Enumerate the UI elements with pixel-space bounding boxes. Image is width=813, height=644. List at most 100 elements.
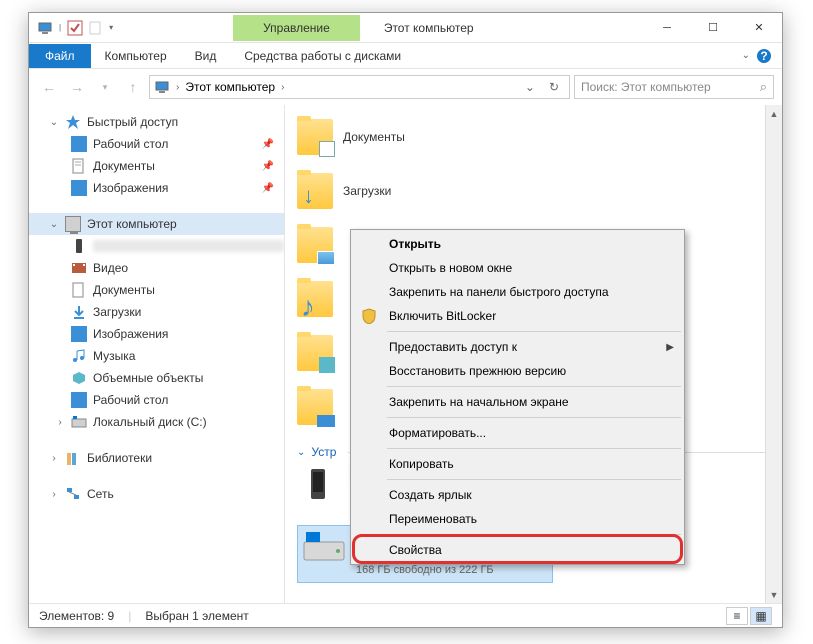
- address-bar[interactable]: › Этот компьютер › ⌄ ↻: [149, 75, 570, 99]
- chevron-down-icon[interactable]: ⌄: [297, 447, 305, 458]
- tab-file[interactable]: Файл: [29, 44, 91, 68]
- sidebar-quick-access[interactable]: ⌄ Быстрый доступ: [29, 111, 284, 133]
- breadcrumb-chevron-icon[interactable]: ›: [281, 82, 284, 93]
- separator: [387, 386, 681, 387]
- scrollbar[interactable]: ▲ ▼: [765, 105, 782, 603]
- phone-icon: [71, 238, 87, 254]
- folder-icon: [297, 335, 333, 371]
- sidebar-item-videos[interactable]: Видео: [29, 257, 284, 279]
- sidebar-item-documents[interactable]: Документы: [29, 279, 284, 301]
- sidebar-item-pictures[interactable]: Изображения: [29, 323, 284, 345]
- search-icon[interactable]: ⌕: [760, 79, 767, 95]
- ctx-pin-quick-access[interactable]: Закрепить на панели быстрого доступа: [353, 280, 682, 304]
- back-button[interactable]: ←: [37, 75, 61, 99]
- sidebar-item-downloads[interactable]: Загрузки: [29, 301, 284, 323]
- ctx-pin-start[interactable]: Закрепить на начальном экране: [353, 390, 682, 414]
- folder-documents[interactable]: Документы: [297, 113, 782, 161]
- manage-tab[interactable]: Управление: [233, 15, 360, 41]
- folder-downloads[interactable]: ↓ Загрузки: [297, 167, 782, 215]
- ctx-format[interactable]: Форматировать...: [353, 421, 682, 445]
- document-icon[interactable]: [87, 20, 103, 36]
- checkbox-icon[interactable]: [67, 20, 83, 36]
- sidebar-item-documents[interactable]: Документы 📌: [29, 155, 284, 177]
- status-element-count: Элементов: 9: [39, 609, 114, 623]
- separator: [387, 534, 681, 535]
- sidebar-this-pc[interactable]: ⌄ Этот компьютер: [29, 213, 284, 235]
- tab-disk-tools[interactable]: Средства работы с дисками: [230, 44, 415, 68]
- separator: [387, 417, 681, 418]
- forward-button[interactable]: →: [65, 75, 89, 99]
- view-details-button[interactable]: ≡: [726, 607, 748, 625]
- scroll-down-icon[interactable]: ▼: [766, 586, 782, 603]
- chevron-down-icon[interactable]: ⌄: [49, 219, 59, 230]
- help-icon[interactable]: ?: [756, 48, 772, 64]
- pictures-icon: [71, 326, 87, 342]
- view-tiles-button[interactable]: ▦: [750, 607, 772, 625]
- sidebar-item-local-disk[interactable]: › Локальный диск (C:): [29, 411, 284, 433]
- ribbon-help: ⌄ ?: [732, 48, 782, 64]
- breadcrumb-chevron-icon[interactable]: ›: [176, 82, 179, 93]
- up-button[interactable]: ↑: [121, 75, 145, 99]
- phone-icon: [297, 467, 341, 503]
- navigation-bar: ← → ▾ ↑ › Этот компьютер › ⌄ ↻ Поиск: Эт…: [29, 69, 782, 105]
- drive-icon: [71, 414, 87, 430]
- refresh-icon[interactable]: ↻: [543, 80, 565, 94]
- shield-icon: [361, 308, 377, 324]
- quick-access-toolbar: | ▾: [29, 20, 123, 36]
- computer-icon: [37, 20, 53, 36]
- downloads-icon: [71, 304, 87, 320]
- address-buttons: ⌄ ↻: [519, 80, 565, 94]
- music-icon: [71, 348, 87, 364]
- separator: [387, 331, 681, 332]
- sidebar-item-desktop[interactable]: Рабочий стол: [29, 389, 284, 411]
- ctx-open-new-window[interactable]: Открыть в новом окне: [353, 256, 682, 280]
- minimize-button[interactable]: ─: [644, 13, 690, 43]
- ctx-properties[interactable]: Свойства: [353, 538, 682, 562]
- close-button[interactable]: ✕: [736, 13, 782, 43]
- tab-view[interactable]: Вид: [181, 44, 231, 68]
- window-title: Этот компьютер: [384, 21, 474, 35]
- sidebar-item-3d-objects[interactable]: Объемные объекты: [29, 367, 284, 389]
- sidebar-item-device[interactable]: [29, 235, 284, 257]
- sidebar-item-pictures[interactable]: Изображения 📌: [29, 177, 284, 199]
- chevron-right-icon[interactable]: ›: [55, 417, 65, 428]
- pin-icon: 📌: [262, 139, 274, 150]
- scroll-up-icon[interactable]: ▲: [766, 105, 782, 122]
- desktop-icon: [71, 392, 87, 408]
- chevron-right-icon[interactable]: ›: [49, 489, 59, 500]
- ctx-copy[interactable]: Копировать: [353, 452, 682, 476]
- ctx-bitlocker[interactable]: Включить BitLocker: [353, 304, 682, 328]
- chevron-down-icon[interactable]: ⌄: [49, 117, 59, 128]
- cube-icon: [71, 370, 87, 386]
- computer-icon: [154, 79, 170, 95]
- sidebar-item-music[interactable]: Музыка: [29, 345, 284, 367]
- ctx-create-shortcut[interactable]: Создать ярлык: [353, 483, 682, 507]
- ctx-rename[interactable]: Переименовать: [353, 507, 682, 531]
- breadcrumb-location[interactable]: Этот компьютер: [185, 80, 275, 94]
- context-menu: Открыть Открыть в новом окне Закрепить н…: [350, 229, 685, 565]
- recent-dropdown[interactable]: ▾: [93, 75, 117, 99]
- status-selection: Выбран 1 элемент: [145, 609, 248, 623]
- statusbar: Элементов: 9 | Выбран 1 элемент ≡ ▦: [29, 603, 782, 627]
- ctx-restore-previous[interactable]: Восстановить прежнюю версию: [353, 359, 682, 383]
- folder-icon: ↓: [297, 173, 333, 209]
- chevron-right-icon: ▶: [666, 342, 674, 353]
- window-controls: ─ ☐ ✕: [644, 13, 782, 43]
- expand-ribbon-icon[interactable]: ⌄: [742, 50, 750, 61]
- sidebar-libraries[interactable]: › Библиотеки: [29, 447, 284, 469]
- search-box[interactable]: Поиск: Этот компьютер ⌕: [574, 75, 774, 99]
- maximize-button[interactable]: ☐: [690, 13, 736, 43]
- address-dropdown-icon[interactable]: ⌄: [519, 80, 541, 94]
- star-icon: [65, 114, 81, 130]
- folder-icon: [297, 119, 333, 155]
- chevron-right-icon[interactable]: ›: [49, 453, 59, 464]
- ctx-open[interactable]: Открыть: [353, 232, 682, 256]
- qat-dropdown-icon[interactable]: ▾: [107, 23, 115, 32]
- search-placeholder: Поиск: Этот компьютер: [581, 80, 711, 94]
- tab-computer[interactable]: Компьютер: [91, 44, 181, 68]
- sidebar-network[interactable]: › Сеть: [29, 483, 284, 505]
- ribbon-tabs: Файл Компьютер Вид Средства работы с дис…: [29, 43, 782, 69]
- computer-icon: [65, 216, 81, 232]
- ctx-share-access[interactable]: Предоставить доступ к▶: [353, 335, 682, 359]
- sidebar-item-desktop[interactable]: Рабочий стол 📌: [29, 133, 284, 155]
